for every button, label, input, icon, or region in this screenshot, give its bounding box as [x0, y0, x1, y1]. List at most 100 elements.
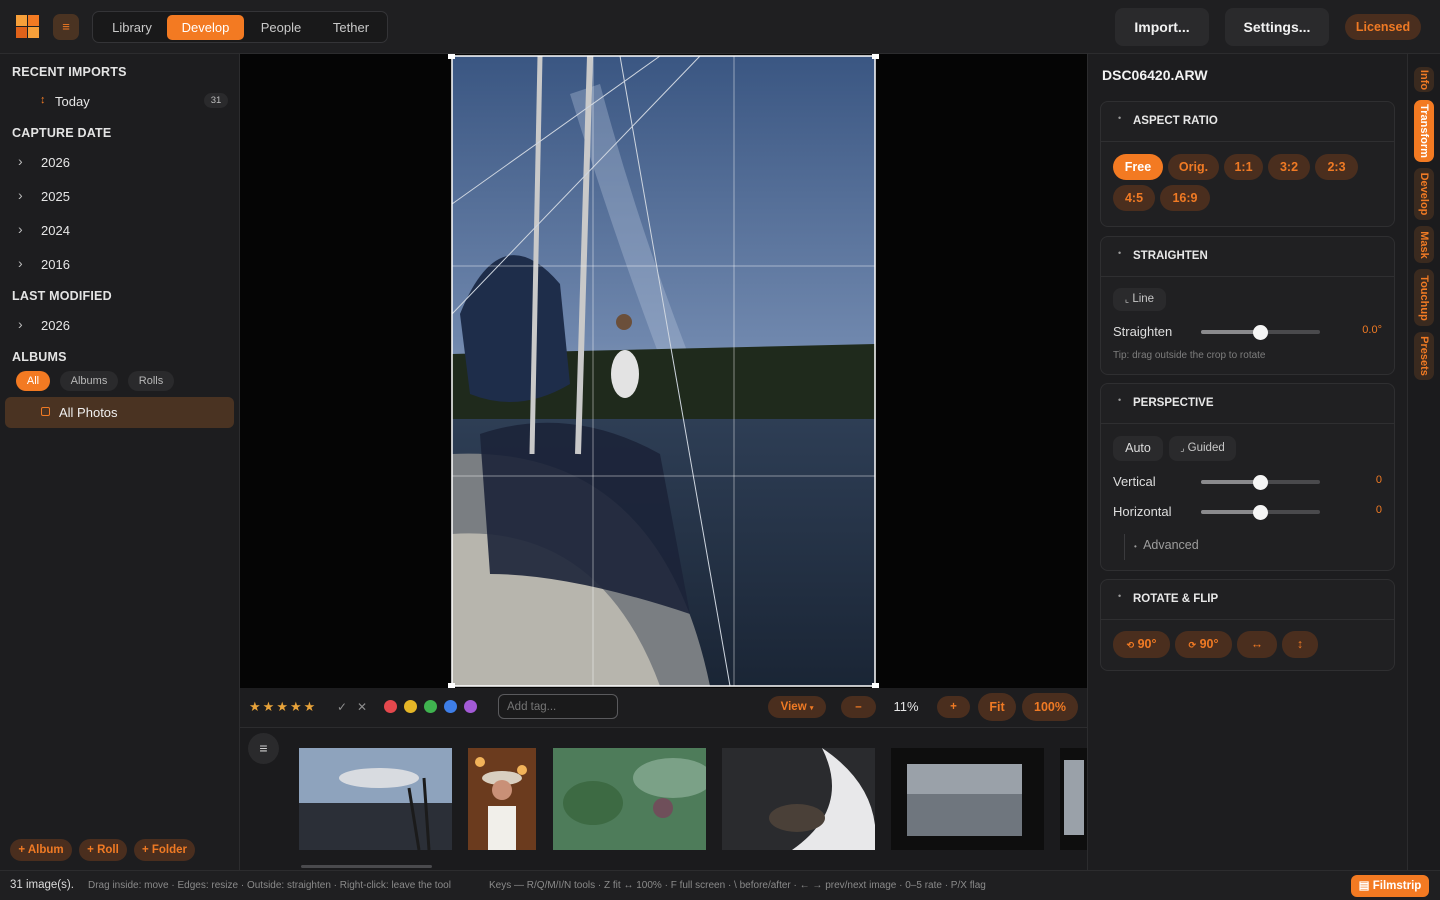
zoom-out-button[interactable]: –	[841, 696, 876, 718]
star-icon[interactable]: ★	[290, 699, 304, 714]
straighten-tip: Tip: drag outside the crop to rotate	[1113, 350, 1266, 361]
menu-icon[interactable]: ≡	[53, 14, 79, 40]
aspect-16-9[interactable]: 16:9	[1160, 185, 1210, 211]
add-roll-button[interactable]: + Roll	[79, 839, 127, 861]
chevron-right-icon[interactable]: ›	[18, 255, 23, 271]
vtab-develop[interactable]: Develop	[1414, 168, 1434, 220]
aspect-3-2[interactable]: 3:2	[1268, 154, 1310, 180]
view-dropdown[interactable]: View ▾	[768, 696, 826, 718]
tool-strip: ★★★★★ ✓ ✕ View ▾ – 11% + Fit 100%	[240, 688, 1087, 728]
star-rating[interactable]: ★★★★★	[249, 699, 317, 715]
rotate-flip-title: ROTATE & FLIP	[1133, 593, 1219, 605]
album-filter-all[interactable]: All	[16, 371, 50, 391]
capture-year-2026[interactable]: 2026	[41, 155, 70, 170]
chevron-right-icon[interactable]: ›	[18, 187, 23, 203]
filmstrip-thumb[interactable]	[1060, 748, 1087, 850]
fit-button[interactable]: Fit	[978, 693, 1016, 721]
slider-knob[interactable]	[1253, 504, 1268, 520]
perspective-header[interactable]: • PERSPECTIVE	[1101, 384, 1394, 424]
album-filter-albums[interactable]: Albums	[60, 371, 118, 391]
capture-year-2024[interactable]: 2024	[41, 223, 70, 238]
rotate-ccw-label: 90°	[1137, 637, 1157, 651]
vtab-transform-label: Transform	[1418, 104, 1430, 158]
reject-flag-icon[interactable]: ✕	[357, 700, 367, 714]
zoom-in-button[interactable]: +	[937, 696, 970, 718]
color-label-dot[interactable]	[464, 700, 477, 713]
photo-crop-view[interactable]	[240, 53, 1087, 689]
flip-vertical-button[interactable]: ↕	[1282, 631, 1318, 658]
vertical-value: 0	[1375, 474, 1382, 486]
filmstrip-thumb[interactable]	[891, 748, 1044, 850]
straighten-line-button[interactable]: ⌞ Line	[1113, 288, 1166, 311]
star-icon[interactable]: ★	[249, 699, 263, 714]
tab-people[interactable]: People	[246, 15, 316, 40]
vtab-touchup[interactable]: Touchup	[1414, 269, 1434, 326]
aspect-1-1[interactable]: 1:1	[1224, 154, 1263, 180]
perspective-guided-button[interactable]: ⌟ Guided	[1169, 436, 1236, 461]
horizontal-slider[interactable]	[1201, 504, 1320, 520]
aspect-free[interactable]: Free	[1113, 154, 1163, 180]
filmstrip: ≡	[240, 728, 1087, 870]
vtab-transform[interactable]: Transform	[1414, 100, 1434, 162]
straighten-panel: • STRAIGHTEN ⌞ Line Straighten 0.0° Tip:…	[1100, 236, 1395, 375]
collapse-icon: •	[1118, 248, 1122, 258]
recent-today[interactable]: Today	[55, 94, 90, 109]
capture-year-2025[interactable]: 2025	[41, 189, 70, 204]
filmstrip-toggle-button[interactable]: ▤ Filmstrip	[1351, 875, 1429, 897]
rotate-ccw-button[interactable]: ⟲ 90°	[1113, 631, 1170, 658]
line-label: Line	[1132, 293, 1155, 305]
vtab-info[interactable]: Info	[1414, 67, 1434, 92]
vertical-slider[interactable]	[1201, 474, 1320, 490]
star-icon[interactable]: ★	[276, 699, 290, 714]
aspect-ratio-header[interactable]: • ASPECT RATIO	[1101, 102, 1394, 142]
view-label: View	[780, 701, 807, 713]
aspect-ratio-panel: • ASPECT RATIO Free Orig. 1:1 3:2 2:3 4:…	[1100, 101, 1395, 227]
add-folder-button[interactable]: + Folder	[134, 839, 195, 861]
vtab-presets[interactable]: Presets	[1414, 332, 1434, 380]
image-canvas[interactable]	[240, 53, 1087, 689]
filmstrip-thumb[interactable]	[468, 748, 536, 850]
add-album-button[interactable]: + Album	[10, 839, 72, 861]
slider-knob[interactable]	[1253, 474, 1268, 490]
star-icon[interactable]: ★	[263, 699, 277, 714]
filmstrip-scrollbar[interactable]	[301, 865, 432, 868]
vtab-presets-label: Presets	[1418, 336, 1430, 376]
rotate-flip-header[interactable]: • ROTATE & FLIP	[1101, 580, 1394, 620]
aspect-original[interactable]: Orig.	[1168, 154, 1219, 180]
filmstrip-menu-icon[interactable]: ≡	[248, 733, 279, 764]
color-label-dot[interactable]	[444, 700, 457, 713]
tab-tether[interactable]: Tether	[317, 15, 385, 40]
star-icon[interactable]: ★	[304, 699, 318, 714]
album-filter-rolls[interactable]: Rolls	[128, 371, 174, 391]
flip-horizontal-button[interactable]: ↔	[1237, 631, 1277, 658]
tab-develop[interactable]: Develop	[167, 15, 244, 40]
capture-year-2016[interactable]: 2016	[41, 257, 70, 272]
color-label-dot[interactable]	[404, 700, 417, 713]
license-badge[interactable]: Licensed	[1345, 14, 1421, 40]
color-label-dot[interactable]	[424, 700, 437, 713]
slider-knob[interactable]	[1253, 324, 1268, 340]
color-label-dot[interactable]	[384, 700, 397, 713]
advanced-toggle[interactable]: • Advanced	[1134, 538, 1199, 552]
zoom-100-button[interactable]: 100%	[1022, 693, 1078, 721]
chevron-right-icon[interactable]: ›	[18, 316, 23, 332]
chevron-right-icon[interactable]: ›	[18, 221, 23, 237]
filmstrip-thumb[interactable]	[299, 748, 452, 850]
filmstrip-thumb[interactable]	[722, 748, 875, 850]
vtab-mask[interactable]: Mask	[1414, 226, 1434, 263]
tag-input[interactable]	[498, 694, 618, 719]
straighten-slider[interactable]	[1201, 324, 1320, 340]
settings-button[interactable]: Settings...	[1225, 8, 1329, 46]
tab-library[interactable]: Library	[97, 15, 167, 40]
chevron-right-icon[interactable]: ›	[18, 153, 23, 169]
rotate-cw-button[interactable]: ⟳ 90°	[1175, 631, 1232, 658]
filmstrip-thumb[interactable]	[553, 748, 706, 850]
aspect-2-3[interactable]: 2:3	[1315, 154, 1358, 180]
modified-year-2026[interactable]: 2026	[41, 318, 70, 333]
album-all-photos[interactable]: All Photos	[5, 397, 234, 428]
import-button[interactable]: Import...	[1115, 8, 1209, 46]
straighten-header[interactable]: • STRAIGHTEN	[1101, 237, 1394, 277]
perspective-auto-button[interactable]: Auto	[1113, 436, 1163, 461]
aspect-4-5[interactable]: 4:5	[1113, 185, 1155, 211]
pick-flag-icon[interactable]: ✓	[337, 700, 347, 714]
